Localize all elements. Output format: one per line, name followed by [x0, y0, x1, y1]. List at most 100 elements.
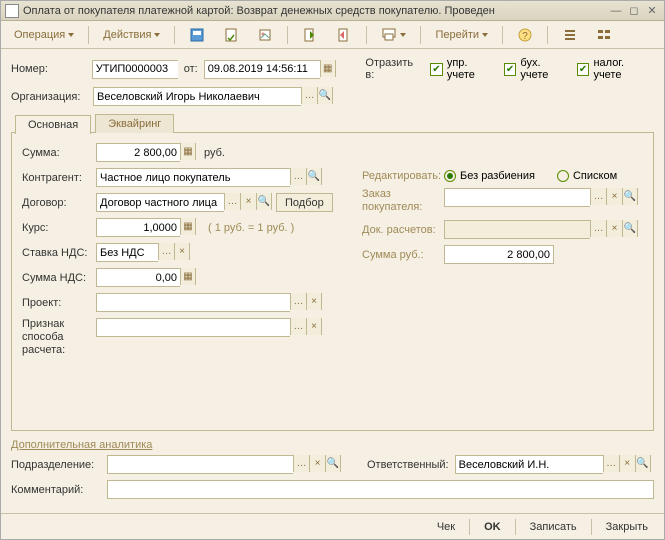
clear-icon[interactable]: ×	[309, 455, 325, 472]
radio-no-split[interactable]: Без разбиения	[444, 170, 535, 182]
search-icon[interactable]: 🔍	[325, 455, 341, 472]
dept-label: Подразделение:	[11, 459, 101, 471]
toolbar-icon-6[interactable]	[374, 25, 413, 45]
toolbar-icon-7[interactable]	[555, 25, 585, 45]
comment-label: Комментарий:	[11, 484, 101, 496]
number-label: Номер:	[11, 63, 86, 75]
nalog-check[interactable]: ✔налог. учете	[577, 57, 654, 81]
ellipsis-icon[interactable]: …	[290, 318, 306, 335]
nds-sum-label: Сумма НДС:	[22, 272, 92, 284]
kurs-hint: ( 1 руб. = 1 руб. )	[208, 222, 294, 234]
search-icon[interactable]: 🔍	[317, 87, 333, 104]
calendar-icon[interactable]: ▦	[320, 60, 336, 77]
org-field[interactable]: Веселовский Игорь Николаевич	[93, 87, 301, 106]
ellipsis-icon[interactable]: …	[293, 455, 309, 472]
tabs: Основная Эквайринг	[15, 114, 654, 133]
from-label: от:	[184, 63, 198, 75]
tab-panel-main: Сумма: 2 800,00 ▦ руб. Контрагент: Частн…	[11, 132, 654, 431]
radio-list[interactable]: Списком	[557, 170, 617, 182]
toolbar-icon-5[interactable]	[329, 25, 359, 45]
clear-icon[interactable]: ×	[619, 455, 635, 472]
ok-button[interactable]: OK	[476, 517, 509, 537]
sumrub-field[interactable]: 2 800,00	[444, 245, 554, 264]
close-button[interactable]: Закрыть	[598, 517, 656, 537]
clear-icon[interactable]: ×	[174, 243, 190, 260]
window-title: Оплата от покупателя платежной картой: В…	[23, 5, 606, 17]
analytics-title: Дополнительная аналитика	[11, 439, 654, 451]
search-icon[interactable]: 🔍	[635, 455, 651, 472]
go-menu[interactable]: Перейти	[428, 25, 495, 45]
separator	[469, 519, 470, 535]
comment-field[interactable]	[107, 480, 654, 499]
toolbar-icon-2[interactable]	[216, 25, 246, 45]
separator	[591, 519, 592, 535]
toolbar-icon-8[interactable]	[589, 25, 619, 45]
method-label: Признак способа расчета:	[22, 318, 92, 357]
write-button[interactable]: Записать	[522, 517, 585, 537]
ellipsis-icon[interactable]: …	[590, 220, 606, 237]
contr-field[interactable]: Частное лицо покупатель	[96, 168, 290, 187]
edit-label: Редактировать:	[362, 170, 440, 182]
clear-icon[interactable]: ×	[606, 188, 622, 205]
method-field[interactable]	[96, 318, 290, 337]
nds-rate-field[interactable]: Без НДС	[96, 243, 158, 262]
calc-icon[interactable]: ▦	[180, 268, 196, 285]
separator	[366, 26, 367, 44]
ellipsis-icon[interactable]: …	[224, 193, 240, 210]
clear-icon[interactable]: ×	[240, 193, 256, 210]
ellipsis-icon[interactable]: …	[290, 293, 306, 310]
ellipsis-icon[interactable]: …	[301, 87, 317, 104]
actions-menu[interactable]: Действия	[96, 25, 167, 45]
clear-icon[interactable]: ×	[606, 220, 622, 237]
order-field[interactable]	[444, 188, 590, 207]
date-field[interactable]: 09.08.2019 14:56:11	[204, 60, 320, 79]
calc-icon[interactable]: ▦	[180, 143, 196, 160]
buh-check[interactable]: ✔бух. учете	[504, 57, 571, 81]
separator	[515, 519, 516, 535]
nds-sum-field[interactable]: 0,00	[96, 268, 180, 287]
number-field[interactable]: УТИП0000003	[92, 60, 178, 79]
ellipsis-icon[interactable]: …	[158, 243, 174, 260]
ellipsis-icon[interactable]: …	[590, 188, 606, 205]
check-button[interactable]: Чек	[429, 517, 463, 537]
tab-acquiring[interactable]: Эквайринг	[95, 114, 174, 133]
kurs-label: Курс:	[22, 222, 92, 234]
clear-icon[interactable]: ×	[306, 293, 322, 310]
search-icon[interactable]: 🔍	[622, 220, 638, 237]
operation-menu[interactable]: Операция	[7, 25, 81, 45]
toolbar-icon-1[interactable]	[182, 25, 212, 45]
toolbar-icon-4[interactable]	[295, 25, 325, 45]
search-icon[interactable]: 🔍	[622, 188, 638, 205]
clear-icon[interactable]: ×	[306, 318, 322, 335]
kurs-field[interactable]: 1,0000	[96, 218, 180, 237]
tab-main[interactable]: Основная	[15, 115, 91, 134]
order-label: Заказ покупателя:	[362, 188, 440, 214]
toolbar: Операция Действия Перейти ?	[1, 21, 664, 49]
search-icon[interactable]: 🔍	[256, 193, 272, 210]
close-window-button[interactable]: ✕	[644, 4, 660, 18]
toolbar-icon-3[interactable]	[250, 25, 280, 45]
ellipsis-icon[interactable]: …	[603, 455, 619, 472]
org-label: Организация:	[11, 91, 87, 103]
podbor-button[interactable]: Подбор	[276, 193, 333, 212]
dogovor-field[interactable]: Договор частного лица	[96, 193, 224, 212]
separator	[502, 26, 503, 44]
dogovor-label: Договор:	[22, 197, 92, 209]
minimize-button[interactable]: —	[608, 4, 624, 18]
resp-label: Ответственный:	[367, 459, 449, 471]
ellipsis-icon[interactable]: …	[290, 168, 306, 185]
contr-label: Контрагент:	[22, 172, 92, 184]
resp-field[interactable]: Веселовский И.Н.	[455, 455, 603, 474]
upr-check[interactable]: ✔упр. учете	[430, 57, 498, 81]
calc-icon[interactable]: ▦	[180, 218, 196, 235]
sum-label: Сумма:	[22, 147, 92, 159]
project-field[interactable]	[96, 293, 290, 312]
maximize-button[interactable]: ◻	[626, 4, 642, 18]
help-button[interactable]: ?	[510, 25, 540, 45]
project-label: Проект:	[22, 297, 92, 309]
dept-field[interactable]	[107, 455, 293, 474]
search-icon[interactable]: 🔍	[306, 168, 322, 185]
sum-field[interactable]: 2 800,00	[96, 143, 180, 162]
separator	[287, 26, 288, 44]
content: Номер: УТИП0000003 от: 09.08.2019 14:56:…	[1, 49, 664, 513]
